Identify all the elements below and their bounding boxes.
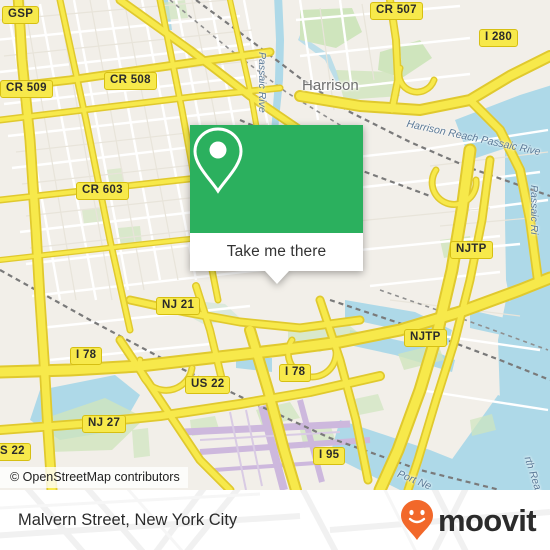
water-label: Passaic Rive [256, 52, 268, 113]
moovit-smiley-pin-icon [400, 500, 433, 540]
page-title: Malvern Street, New York City [18, 510, 238, 529]
road-shield: NJTP [404, 329, 447, 347]
road-shield: GSP [2, 6, 40, 24]
map-pin-icon [193, 127, 243, 194]
road-shield: NJTP [450, 241, 493, 259]
road-shield: US 22 [185, 376, 231, 394]
road-shield: NJ 27 [82, 415, 127, 433]
screenshot-root: GSP CR 507 I 280 CR 508 CR 509 CR 603 NJTP NJ 2… [0, 0, 550, 550]
location-popup[interactable]: Take me there [190, 125, 363, 284]
road-shield: CR 603 [76, 182, 129, 200]
road-shield: I 78 [279, 364, 312, 382]
footer-bar: Malvern Street, New York City moovit [0, 490, 550, 550]
moovit-brand[interactable]: moovit [399, 490, 537, 550]
osm-attribution[interactable]: © OpenStreetMap contributors [0, 467, 188, 488]
take-me-there-label: Take me there [226, 243, 327, 260]
road-shield: NJ 21 [156, 297, 201, 315]
road-shield: CR 509 [0, 80, 53, 98]
road-shield: S 22 [0, 443, 31, 461]
water-label: Passaic Ri [528, 185, 540, 235]
map-canvas[interactable]: GSP CR 507 I 280 CR 508 CR 509 CR 603 NJTP NJ 2… [0, 0, 550, 490]
popup-action-bar[interactable]: Take me there [190, 233, 363, 284]
road-shield: I 280 [479, 29, 519, 47]
popup-tail-pointer [264, 271, 289, 284]
place-label: Harrison [302, 77, 359, 94]
road-shield: CR 508 [104, 72, 157, 90]
road-shield: I 95 [313, 447, 346, 465]
popup-header [190, 125, 363, 233]
road-shield: I 78 [70, 347, 103, 365]
road-shield: CR 507 [370, 2, 423, 20]
moovit-wordmark: moovit [437, 502, 537, 538]
